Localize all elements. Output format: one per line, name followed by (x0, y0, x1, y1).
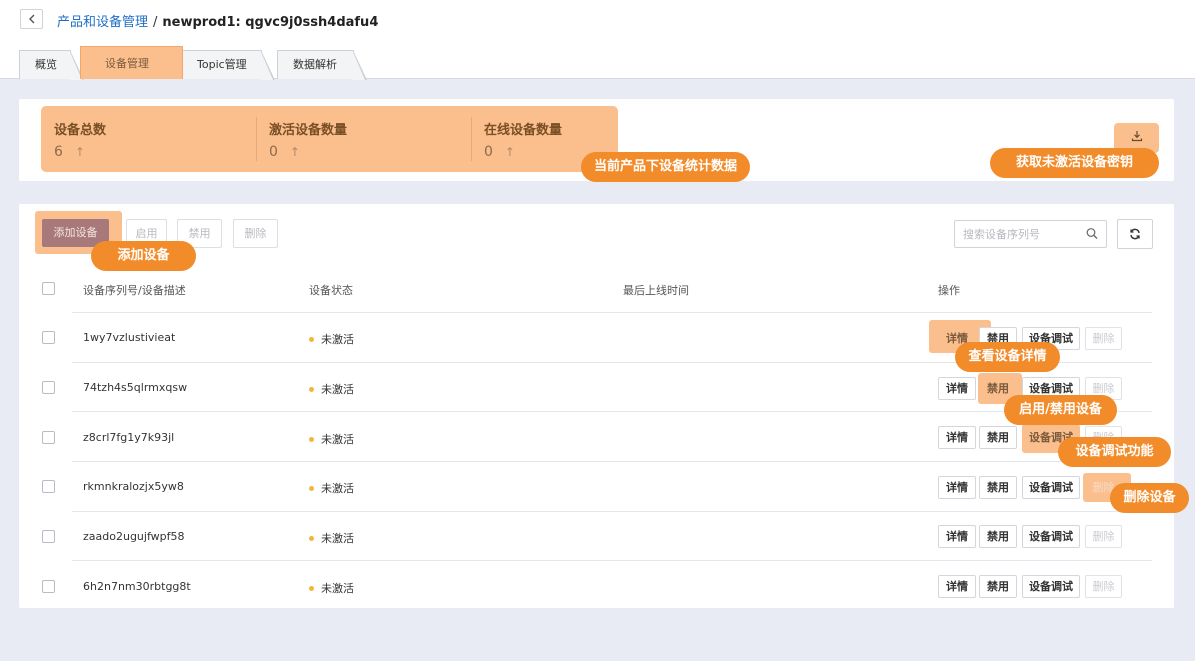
device-status: 未激活 (309, 530, 354, 546)
status-text: 未激活 (321, 383, 354, 396)
status-dot-icon (309, 336, 314, 342)
row-divider (72, 560, 1152, 561)
callout-delete: 删除设备 (1110, 483, 1189, 513)
breadcrumb-current: newprod1: qgvc9j0ssh4dafu4 (162, 15, 379, 30)
tab-label: 数据解析 (293, 58, 337, 71)
status-dot-icon (309, 585, 314, 591)
refresh-icon (1130, 228, 1140, 240)
tab-topic[interactable]: Topic管理 (182, 50, 275, 80)
device-status: 未激活 (309, 580, 354, 596)
status-text: 未激活 (321, 482, 354, 495)
row-disable-button[interactable]: 禁用 (979, 575, 1017, 598)
stat-title: 设备总数 (54, 123, 107, 138)
row-checkbox[interactable] (42, 480, 55, 493)
header-divider (72, 312, 1152, 313)
device-status: 未激活 (309, 331, 354, 347)
header-actions: 操作 (938, 284, 960, 297)
select-all-checkbox[interactable] (42, 282, 55, 295)
status-text: 未激活 (321, 582, 354, 595)
row-checkbox[interactable] (42, 431, 55, 444)
device-serial[interactable]: rkmnkralozjx5yw8 (83, 480, 184, 493)
status-dot-icon (309, 386, 314, 392)
row-divider (72, 511, 1152, 512)
debug-button[interactable]: 设备调试 (1022, 525, 1080, 548)
up-arrow-icon: ↑ (289, 145, 300, 159)
tab-label: 设备管理 (105, 57, 149, 70)
status-text: 未激活 (321, 333, 354, 346)
row-disable-button[interactable]: 禁用 (979, 426, 1017, 449)
status-text: 未激活 (321, 433, 354, 446)
detail-button[interactable]: 详情 (938, 426, 976, 449)
stat-activated-devices: 激活设备数量 0 ↑ (269, 119, 347, 160)
delete-button[interactable]: 删除 (233, 219, 278, 248)
status-dot-icon (309, 535, 314, 541)
callout-debug: 设备调试功能 (1058, 437, 1171, 467)
row-divider (72, 461, 1152, 462)
stat-title: 在线设备数量 (484, 123, 563, 138)
tab-device-management[interactable]: 设备管理 (80, 46, 183, 79)
header-status: 设备状态 (309, 284, 353, 297)
divider (256, 117, 257, 161)
stat-value: 6 (54, 144, 63, 160)
detail-button[interactable]: 详情 (938, 476, 976, 499)
search-box (954, 220, 1107, 248)
stat-online-devices: 在线设备数量 0 ↑ (484, 119, 562, 160)
row-checkbox[interactable] (42, 331, 55, 344)
row-delete-button[interactable]: 删除 (1085, 575, 1122, 598)
device-serial[interactable]: 6h2n7nm30rbtgg8t (83, 580, 191, 593)
debug-button[interactable]: 设备调试 (1022, 476, 1080, 499)
device-serial[interactable]: 74tzh4s5qlrmxqsw (83, 381, 187, 394)
device-status: 未激活 (309, 381, 354, 397)
search-icon[interactable] (1086, 227, 1098, 241)
tab-data-parse[interactable]: 数据解析 (277, 50, 367, 80)
debug-button[interactable]: 设备调试 (1022, 575, 1080, 598)
refresh-button[interactable] (1117, 219, 1153, 249)
stat-title: 激活设备数量 (269, 123, 348, 138)
tab-label: 概览 (35, 58, 57, 71)
back-button[interactable] (20, 9, 43, 29)
row-delete-button[interactable]: 删除 (1085, 327, 1122, 350)
status-dot-icon (309, 485, 314, 491)
tab-label: Topic管理 (197, 58, 247, 71)
up-arrow-icon: ↑ (504, 145, 515, 159)
up-arrow-icon: ↑ (74, 145, 85, 159)
device-serial[interactable]: z8crl7fg1y7k93jl (83, 431, 174, 444)
callout-add: 添加设备 (91, 241, 196, 271)
divider (471, 117, 472, 161)
callout-secret: 获取未激活设备密钥 (990, 148, 1159, 178)
row-disable-button[interactable]: 禁用 (979, 525, 1017, 548)
tab-overview[interactable]: 概览 (19, 50, 84, 80)
row-checkbox[interactable] (42, 530, 55, 543)
breadcrumb-parent-link[interactable]: 产品和设备管理 (57, 15, 148, 30)
search-input[interactable] (963, 226, 1083, 242)
callout-enable-disable: 启用/禁用设备 (1004, 395, 1117, 425)
row-divider (72, 411, 1152, 412)
stat-value: 0 (269, 144, 278, 160)
device-status: 未激活 (309, 480, 354, 496)
detail-button[interactable]: 详情 (938, 575, 976, 598)
header-serial: 设备序列号/设备描述 (83, 284, 186, 297)
row-checkbox[interactable] (42, 580, 55, 593)
row-disable-button[interactable]: 禁用 (979, 476, 1017, 499)
download-icon (1131, 131, 1142, 142)
status-text: 未激活 (321, 532, 354, 545)
header-last-online: 最后上线时间 (623, 284, 689, 297)
breadcrumb: 产品和设备管理 / newprod1: qgvc9j0ssh4dafu4 (57, 11, 378, 30)
callout-stats: 当前产品下设备统计数据 (581, 152, 750, 182)
device-serial[interactable]: zaado2ugujfwpf58 (83, 530, 184, 543)
breadcrumb-separator: / (153, 15, 158, 30)
row-delete-button[interactable]: 删除 (1085, 525, 1122, 548)
detail-button[interactable]: 详情 (938, 377, 976, 400)
detail-button[interactable]: 详情 (938, 525, 976, 548)
stat-value: 0 (484, 144, 493, 160)
chevron-left-icon (28, 14, 34, 24)
callout-detail: 查看设备详情 (955, 342, 1060, 372)
row-checkbox[interactable] (42, 381, 55, 394)
device-status: 未激活 (309, 431, 354, 447)
status-dot-icon (309, 436, 314, 442)
stat-total-devices: 设备总数 6 ↑ (54, 119, 106, 160)
device-serial[interactable]: 1wy7vzlustivieat (83, 331, 175, 344)
